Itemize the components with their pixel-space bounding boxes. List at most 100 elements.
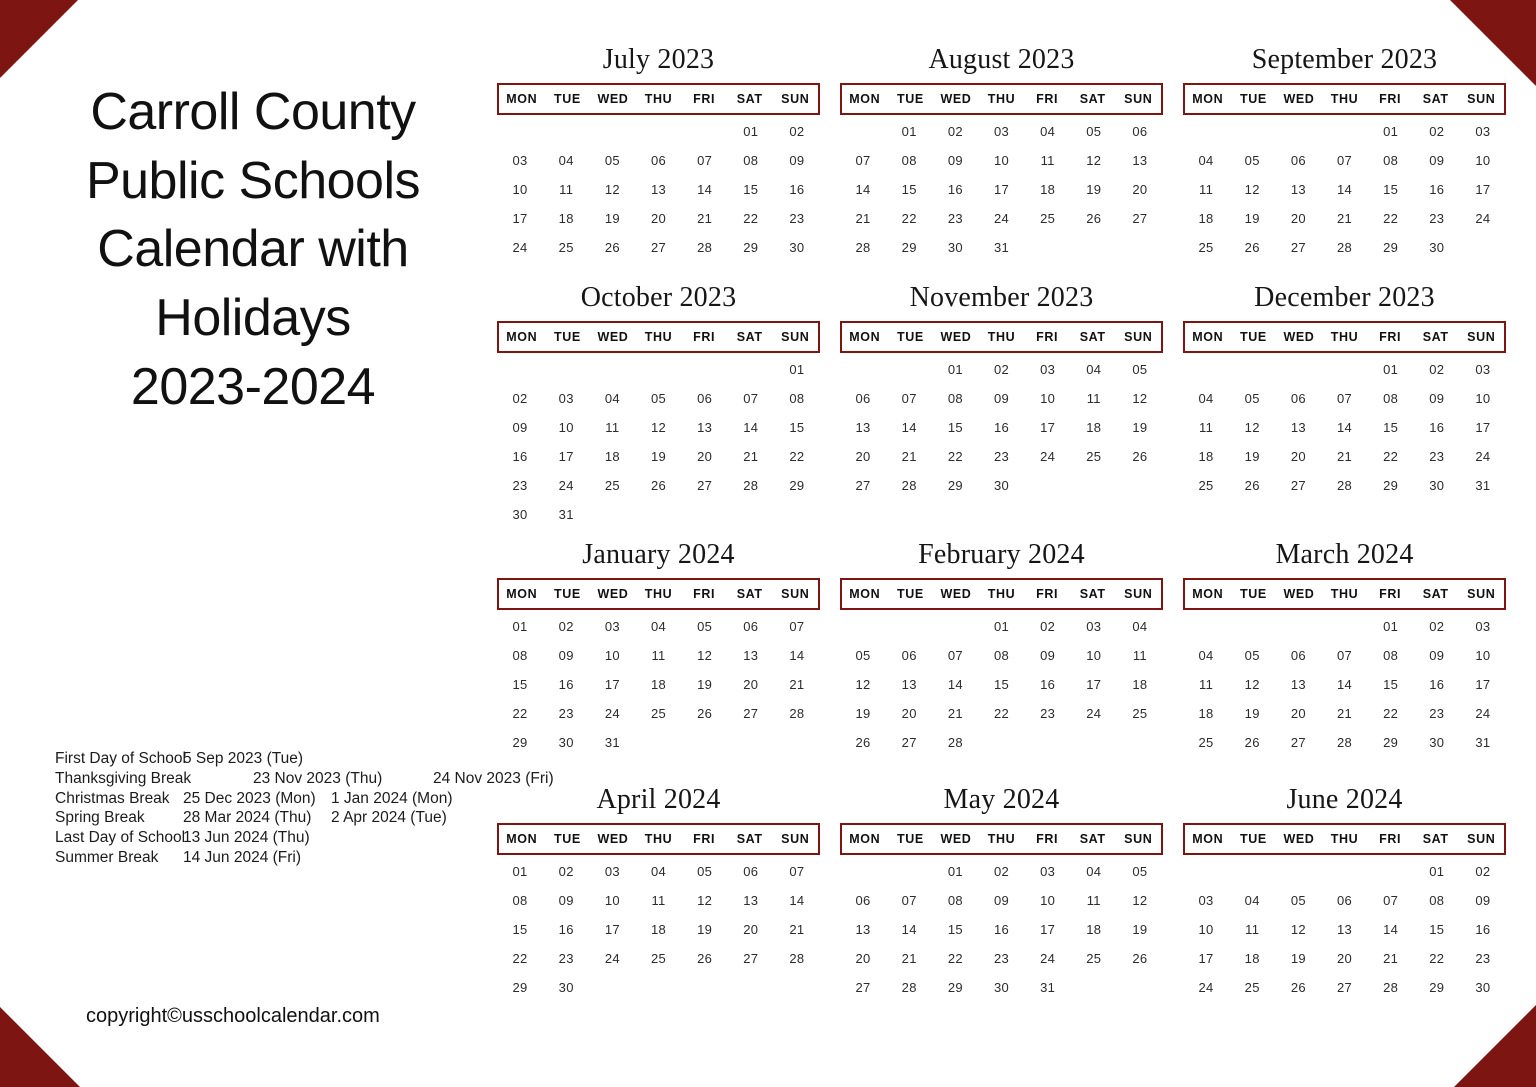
day-cell[interactable]: 28 [1321, 728, 1367, 757]
day-cell[interactable]: 19 [1229, 204, 1275, 233]
day-cell[interactable]: 10 [589, 641, 635, 670]
day-cell[interactable]: 17 [1460, 670, 1506, 699]
day-cell[interactable]: 08 [932, 886, 978, 915]
day-cell[interactable]: 30 [774, 233, 820, 262]
day-cell[interactable]: 18 [1183, 442, 1229, 471]
day-cell[interactable]: 26 [589, 233, 635, 262]
day-cell[interactable]: 21 [1368, 944, 1414, 973]
day-cell[interactable]: 04 [635, 612, 681, 641]
day-cell[interactable]: 17 [1025, 915, 1071, 944]
day-cell[interactable]: 25 [635, 944, 681, 973]
day-cell[interactable]: 22 [932, 944, 978, 973]
day-cell[interactable]: 02 [1025, 612, 1071, 641]
day-cell[interactable]: 11 [1183, 670, 1229, 699]
day-cell[interactable]: 07 [1321, 384, 1367, 413]
day-cell[interactable]: 05 [635, 384, 681, 413]
day-cell[interactable]: 21 [728, 442, 774, 471]
day-cell[interactable]: 11 [635, 886, 681, 915]
day-cell[interactable]: 03 [1071, 612, 1117, 641]
day-cell[interactable]: 17 [1071, 670, 1117, 699]
day-cell[interactable]: 15 [497, 670, 543, 699]
day-cell[interactable]: 21 [682, 204, 728, 233]
day-cell[interactable]: 24 [1025, 944, 1071, 973]
day-cell[interactable]: 14 [1321, 175, 1367, 204]
day-cell[interactable]: 12 [682, 886, 728, 915]
day-cell[interactable]: 12 [589, 175, 635, 204]
day-cell[interactable]: 19 [1229, 442, 1275, 471]
day-cell[interactable]: 13 [886, 670, 932, 699]
day-cell[interactable]: 27 [886, 728, 932, 757]
day-cell[interactable]: 03 [978, 117, 1024, 146]
day-cell[interactable]: 16 [497, 442, 543, 471]
day-cell[interactable]: 13 [1321, 915, 1367, 944]
day-cell[interactable]: 24 [589, 699, 635, 728]
day-cell[interactable]: 11 [635, 641, 681, 670]
day-cell[interactable]: 07 [932, 641, 978, 670]
day-cell[interactable]: 12 [1117, 384, 1163, 413]
day-cell[interactable]: 16 [774, 175, 820, 204]
day-cell[interactable]: 29 [932, 973, 978, 1002]
day-cell[interactable]: 16 [543, 670, 589, 699]
day-cell[interactable]: 06 [1275, 384, 1321, 413]
day-cell[interactable]: 07 [774, 857, 820, 886]
day-cell[interactable]: 28 [774, 944, 820, 973]
day-cell[interactable]: 27 [728, 944, 774, 973]
day-cell[interactable]: 28 [840, 233, 886, 262]
day-cell[interactable]: 11 [1183, 175, 1229, 204]
day-cell[interactable]: 24 [1071, 699, 1117, 728]
day-cell[interactable]: 22 [774, 442, 820, 471]
day-cell[interactable]: 01 [774, 355, 820, 384]
day-cell[interactable]: 04 [635, 857, 681, 886]
day-cell[interactable]: 13 [728, 886, 774, 915]
day-cell[interactable]: 21 [1321, 699, 1367, 728]
day-cell[interactable]: 19 [589, 204, 635, 233]
day-cell[interactable]: 26 [1071, 204, 1117, 233]
day-cell[interactable]: 15 [932, 413, 978, 442]
day-cell[interactable]: 05 [1117, 857, 1163, 886]
day-cell[interactable]: 14 [774, 886, 820, 915]
day-cell[interactable]: 30 [932, 233, 978, 262]
day-cell[interactable]: 13 [1117, 146, 1163, 175]
day-cell[interactable]: 27 [1275, 471, 1321, 500]
day-cell[interactable]: 08 [1414, 886, 1460, 915]
day-cell[interactable]: 10 [1025, 384, 1071, 413]
day-cell[interactable]: 16 [932, 175, 978, 204]
day-cell[interactable]: 22 [728, 204, 774, 233]
day-cell[interactable]: 11 [1071, 886, 1117, 915]
day-cell[interactable]: 08 [497, 641, 543, 670]
day-cell[interactable]: 06 [840, 384, 886, 413]
day-cell[interactable]: 20 [728, 915, 774, 944]
day-cell[interactable]: 01 [1368, 612, 1414, 641]
day-cell[interactable]: 12 [682, 641, 728, 670]
day-cell[interactable]: 20 [1321, 944, 1367, 973]
day-cell[interactable]: 25 [1229, 973, 1275, 1002]
day-cell[interactable]: 22 [1368, 204, 1414, 233]
day-cell[interactable]: 04 [1071, 355, 1117, 384]
day-cell[interactable]: 02 [543, 612, 589, 641]
day-cell[interactable]: 17 [978, 175, 1024, 204]
day-cell[interactable]: 20 [1117, 175, 1163, 204]
day-cell[interactable]: 08 [932, 384, 978, 413]
day-cell[interactable]: 11 [1071, 384, 1117, 413]
day-cell[interactable]: 24 [1460, 204, 1506, 233]
day-cell[interactable]: 29 [1414, 973, 1460, 1002]
day-cell[interactable]: 03 [589, 612, 635, 641]
day-cell[interactable]: 24 [978, 204, 1024, 233]
day-cell[interactable]: 29 [1368, 233, 1414, 262]
day-cell[interactable]: 23 [1414, 699, 1460, 728]
day-cell[interactable]: 01 [978, 612, 1024, 641]
day-cell[interactable]: 06 [635, 146, 681, 175]
day-cell[interactable]: 30 [978, 973, 1024, 1002]
day-cell[interactable]: 30 [1414, 471, 1460, 500]
day-cell[interactable]: 09 [1414, 641, 1460, 670]
day-cell[interactable]: 18 [1229, 944, 1275, 973]
day-cell[interactable]: 08 [497, 886, 543, 915]
day-cell[interactable]: 01 [1414, 857, 1460, 886]
day-cell[interactable]: 14 [1321, 670, 1367, 699]
day-cell[interactable]: 23 [1414, 204, 1460, 233]
day-cell[interactable]: 02 [978, 355, 1024, 384]
day-cell[interactable]: 22 [497, 944, 543, 973]
day-cell[interactable]: 15 [774, 413, 820, 442]
day-cell[interactable]: 09 [1460, 886, 1506, 915]
day-cell[interactable]: 13 [840, 413, 886, 442]
